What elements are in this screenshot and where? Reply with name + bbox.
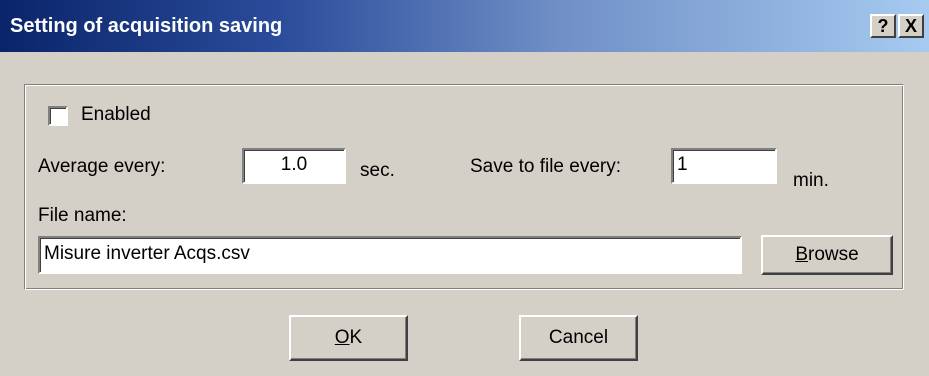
save-every-input[interactable]: 1 bbox=[671, 148, 777, 184]
file-name-input[interactable]: Misure inverter Acqs.csv bbox=[38, 236, 742, 274]
ok-accel: O bbox=[334, 327, 350, 348]
average-unit-label: sec. bbox=[360, 160, 395, 181]
enabled-checkbox[interactable] bbox=[48, 106, 68, 126]
browse-label-rest: rowse bbox=[808, 244, 859, 265]
average-every-input[interactable]: 1.0 bbox=[242, 148, 346, 184]
browse-button[interactable]: Browse bbox=[761, 235, 893, 275]
average-every-label: Average every: bbox=[38, 156, 166, 177]
ok-button[interactable]: OK bbox=[289, 315, 408, 361]
close-button[interactable]: X bbox=[898, 14, 924, 38]
file-name-label: File name: bbox=[38, 205, 127, 226]
dialog-window: Setting of acquisition saving ? X Enable… bbox=[0, 0, 929, 376]
ok-label-rest: K bbox=[349, 327, 363, 348]
cancel-button[interactable]: Cancel bbox=[519, 315, 638, 361]
window-title: Setting of acquisition saving bbox=[10, 15, 283, 37]
save-every-label: Save to file every: bbox=[470, 156, 622, 177]
enabled-label[interactable]: Enabled bbox=[81, 104, 151, 126]
title-bar[interactable]: Setting of acquisition saving ? X bbox=[0, 0, 929, 52]
save-unit-label: min. bbox=[793, 170, 829, 191]
browse-accel: B bbox=[795, 244, 808, 265]
help-button[interactable]: ? bbox=[870, 14, 896, 38]
